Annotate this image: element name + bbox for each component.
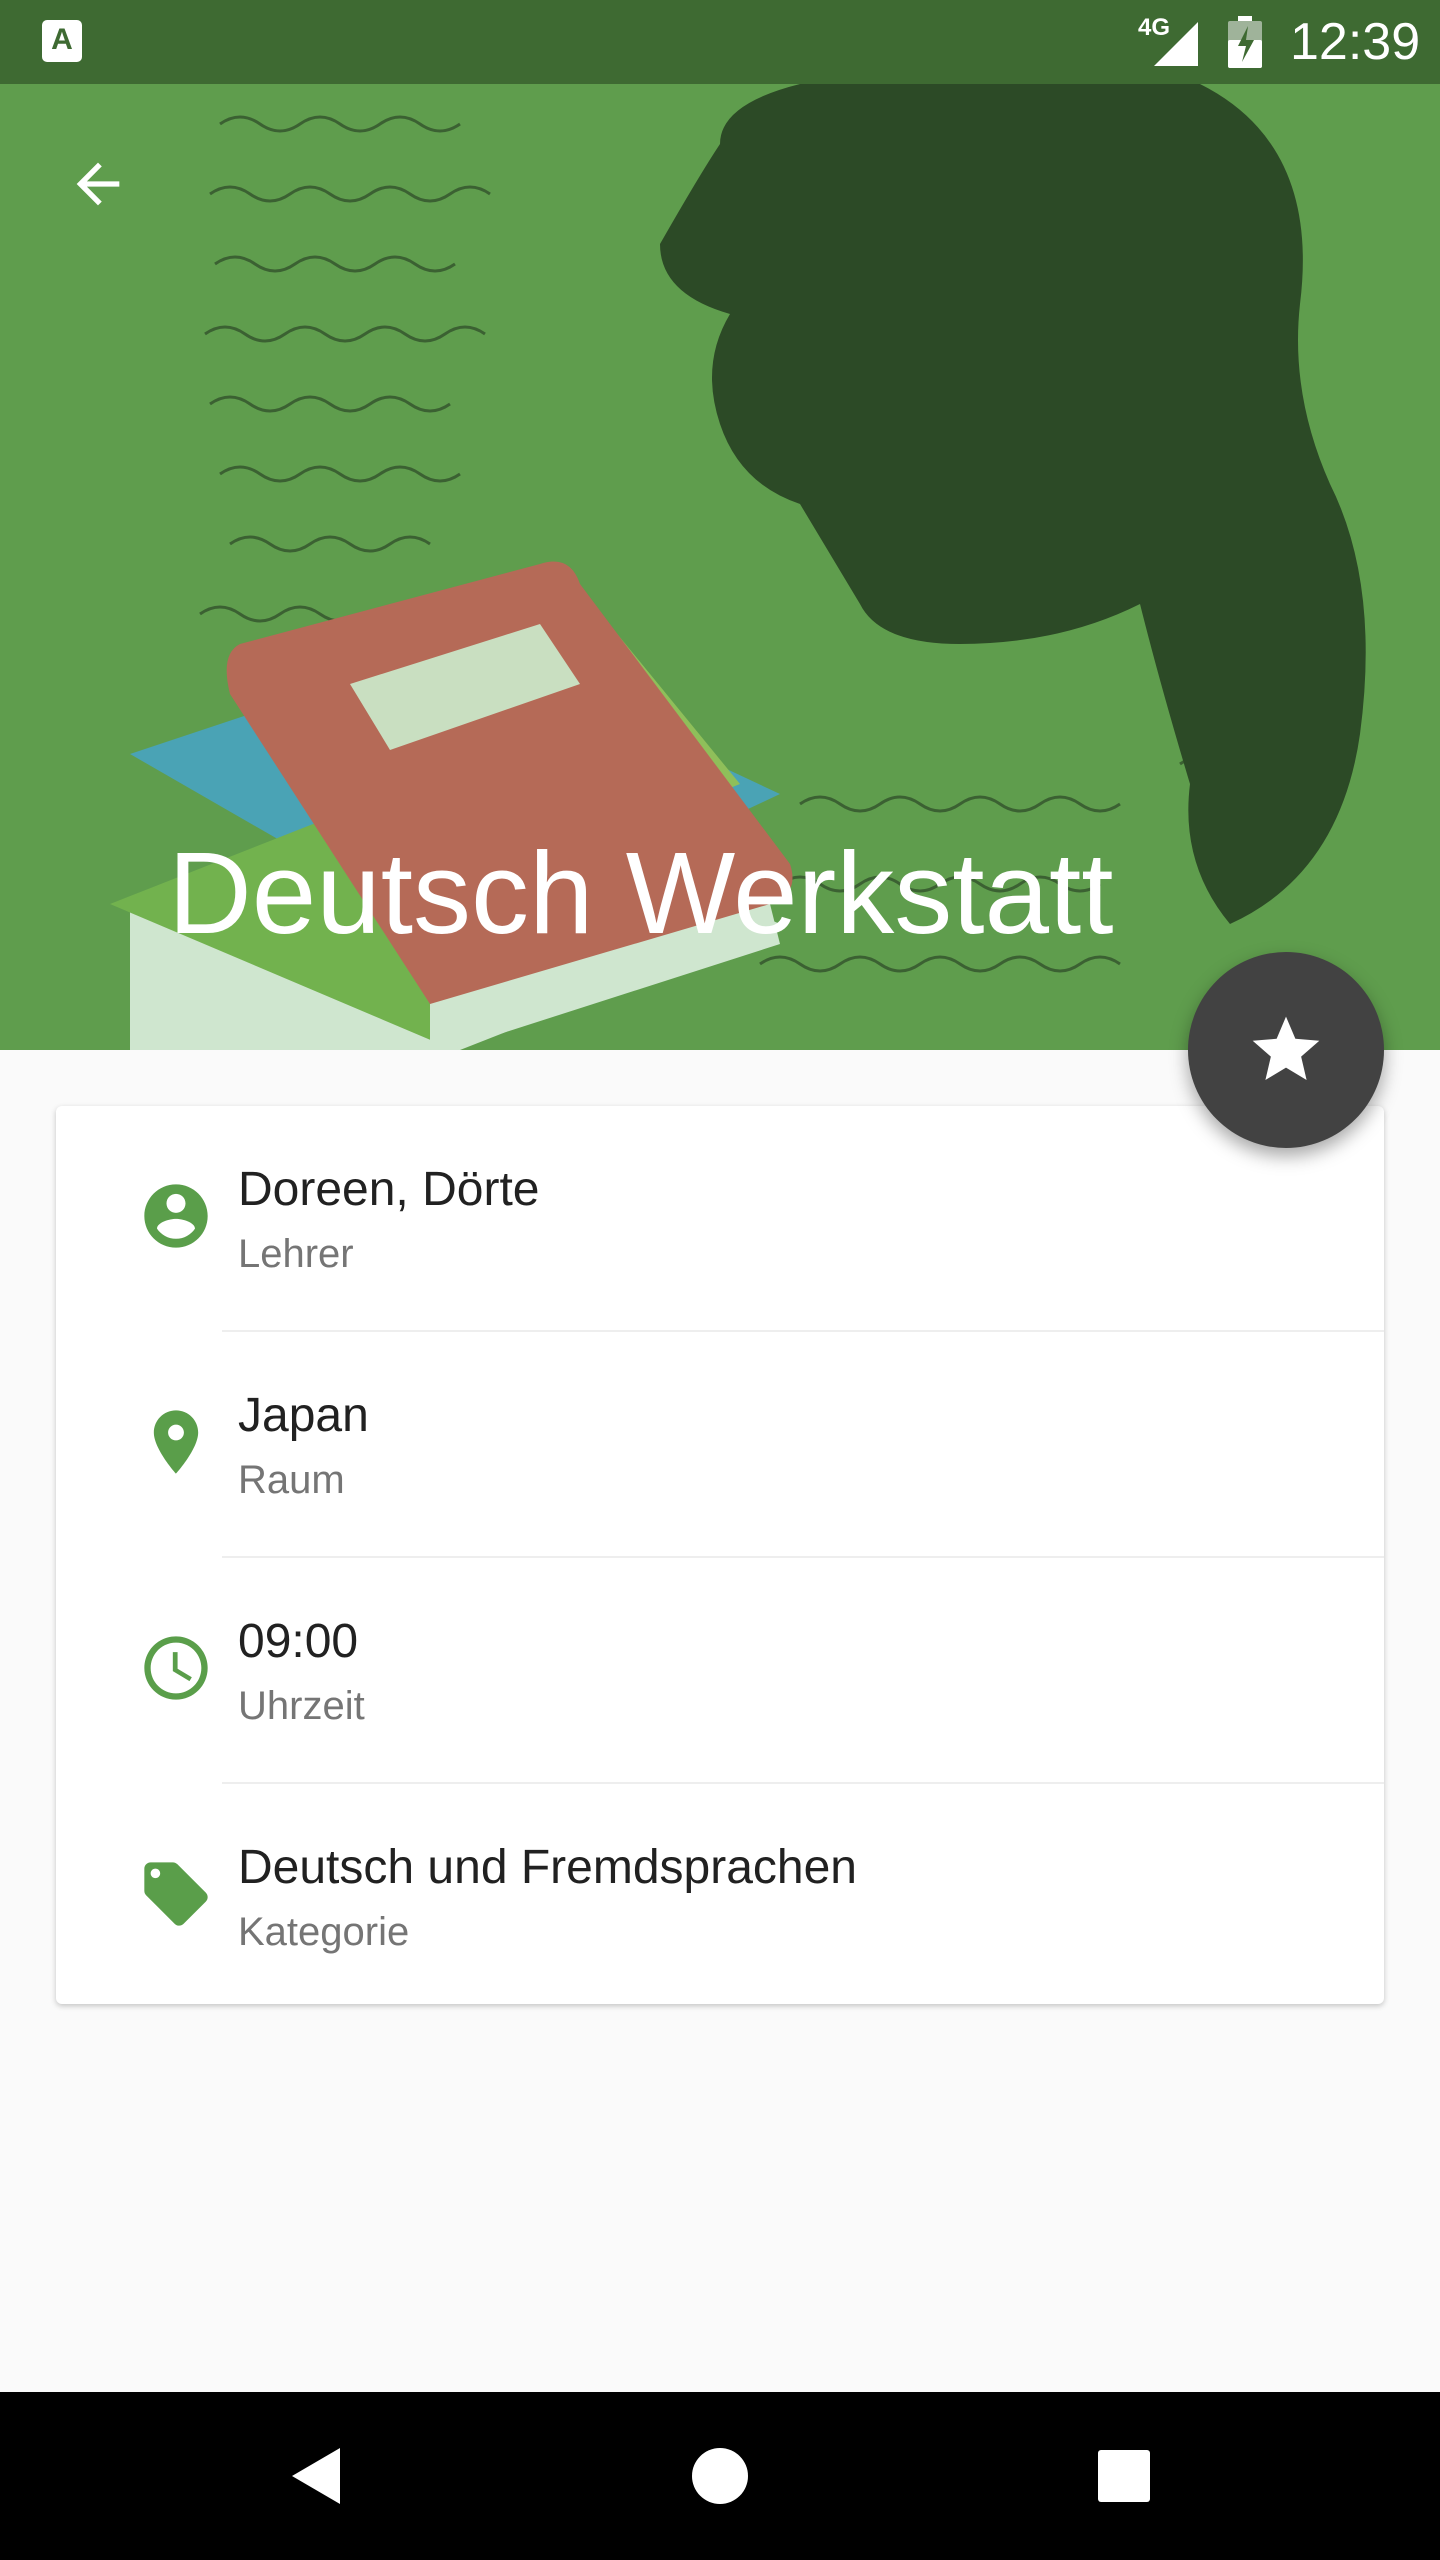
category-name: Deutsch und Fremdsprachen (238, 1841, 857, 1894)
nav-home-icon (692, 2448, 748, 2504)
back-button[interactable] (60, 146, 136, 222)
nav-recents-icon (1098, 2450, 1150, 2502)
star-icon (1252, 1016, 1320, 1080)
list-item-room[interactable]: Japan Raum (56, 1332, 1384, 1556)
room-name: Japan (238, 1389, 369, 1442)
category-label: Kategorie (238, 1910, 410, 1954)
nav-home-button[interactable] (680, 2436, 760, 2516)
arrow-back-icon (76, 162, 120, 206)
time-value: 09:00 (238, 1615, 359, 1668)
notification-icon: A (42, 20, 82, 62)
favorite-button[interactable] (1188, 952, 1384, 1148)
details-card: Doreen, Dörte Lehrer Japan Raum 09:00 Uh… (56, 1106, 1384, 2004)
status-bar: A 4G 12:39 (0, 0, 1440, 84)
tag-icon (136, 1854, 216, 1934)
list-item-category[interactable]: Deutsch und Fremdsprachen Kategorie (56, 1784, 1384, 2008)
page-title: Deutsch Werkstatt (168, 828, 1114, 958)
teacher-label: Lehrer (238, 1232, 354, 1276)
nav-back-button[interactable] (276, 2436, 356, 2516)
header-image: Deutsch Werkstatt (0, 84, 1440, 1050)
teacher-name: Doreen, Dörte (238, 1163, 540, 1216)
nav-recents-button[interactable] (1084, 2436, 1164, 2516)
room-label: Raum (238, 1458, 345, 1502)
signal-icon (1154, 22, 1198, 66)
time-label: Uhrzeit (238, 1684, 365, 1728)
list-item-teacher[interactable]: Doreen, Dörte Lehrer (56, 1106, 1384, 1330)
list-item-time[interactable]: 09:00 Uhrzeit (56, 1558, 1384, 1782)
battery-icon (1228, 16, 1262, 68)
navigation-bar (0, 2392, 1440, 2560)
clock-time: 12:39 (1290, 13, 1421, 71)
location-pin-icon (136, 1402, 216, 1482)
nav-back-icon (292, 2448, 340, 2504)
person-icon (136, 1176, 216, 1256)
clock-icon (136, 1628, 216, 1708)
